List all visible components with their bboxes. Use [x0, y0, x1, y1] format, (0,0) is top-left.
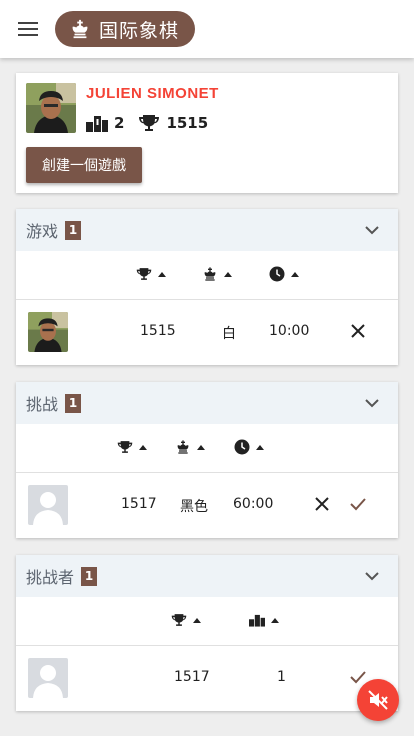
hamburger-icon[interactable]: [18, 22, 38, 38]
challengers-sort-row: [16, 597, 398, 646]
app-logo-button[interactable]: 国际象棋: [55, 11, 196, 47]
chess-king-icon: [204, 267, 216, 281]
sort-asc-icon: [256, 444, 264, 450]
game-color: 白: [222, 326, 236, 342]
sort-asc-icon: [193, 617, 201, 623]
podium-icon: [249, 614, 265, 627]
sort-asc-icon: [224, 271, 232, 277]
profile-card: JULIEN SIMONET 2 1515 創建一個遊戲: [16, 73, 398, 193]
challenger-rating: 1517: [174, 669, 210, 685]
count-badge: 1: [65, 220, 82, 240]
challenge-color: 黑色: [180, 499, 208, 515]
create-game-button[interactable]: 創建一個遊戲: [26, 147, 142, 183]
games-sort-row: [16, 251, 398, 300]
section-title: 挑战者: [26, 568, 75, 587]
challenges-sort-row: [16, 424, 398, 473]
volume-off-icon: [368, 690, 388, 710]
trophy-icon: [139, 115, 160, 131]
app-title: 国际象棋: [99, 19, 180, 42]
player-name: JULIEN SIMONET: [86, 85, 219, 102]
challenger-row[interactable]: 1517 1: [16, 646, 398, 710]
sort-by-time[interactable]: [234, 439, 264, 455]
sort-asc-icon: [139, 444, 147, 450]
game-row[interactable]: 1515 白 10:00: [16, 300, 398, 364]
count-badge: 1: [65, 393, 82, 413]
chevron-down-icon[interactable]: [364, 396, 380, 410]
opponent-avatar: [28, 312, 68, 352]
player-rank: 2: [114, 114, 125, 132]
close-icon[interactable]: [349, 322, 367, 340]
challenge-time: 60:00: [233, 496, 274, 512]
default-avatar: [28, 658, 68, 698]
player-rating: 1515: [166, 114, 209, 132]
section-title: 游戏: [26, 222, 59, 241]
sort-asc-icon: [271, 617, 279, 623]
top-app-bar: 国际象棋: [0, 0, 414, 58]
challenges-card: 挑战 1 1517 黑色 60:00: [16, 382, 398, 538]
games-header[interactable]: 游戏 1: [16, 209, 398, 251]
player-stats: 2 1515: [86, 114, 208, 132]
sort-by-rating[interactable]: [117, 439, 147, 455]
sort-asc-icon: [158, 271, 166, 277]
close-icon[interactable]: [313, 495, 331, 513]
chess-king-icon: [177, 440, 189, 454]
check-icon[interactable]: [349, 495, 367, 513]
sort-asc-icon: [291, 271, 299, 277]
count-badge: 1: [81, 566, 98, 586]
default-avatar: [28, 485, 68, 525]
games-card: 游戏 1 1515 白 10:00: [16, 209, 398, 365]
challengers-card: 挑战者 1 1517 1: [16, 555, 398, 711]
sort-by-time[interactable]: [269, 266, 299, 282]
mute-sound-button[interactable]: [357, 679, 399, 721]
chevron-down-icon[interactable]: [364, 569, 380, 583]
section-title: 挑战: [26, 395, 59, 414]
chess-king-icon: [72, 19, 88, 39]
challenger-rank: 1: [277, 669, 286, 685]
sort-by-rank[interactable]: [249, 612, 279, 628]
chevron-down-icon[interactable]: [364, 223, 380, 237]
game-time: 10:00: [269, 323, 310, 339]
clock-icon: [234, 439, 250, 455]
trophy-icon: [136, 268, 152, 280]
sort-by-rating[interactable]: [136, 266, 166, 282]
challenge-rating: 1517: [121, 496, 157, 512]
game-rating: 1515: [140, 323, 176, 339]
sort-by-color[interactable]: [202, 266, 232, 282]
challenges-header[interactable]: 挑战 1: [16, 382, 398, 424]
sort-by-color[interactable]: [175, 439, 205, 455]
user-avatar: [26, 83, 76, 133]
trophy-icon: [171, 614, 187, 626]
challengers-header[interactable]: 挑战者 1: [16, 555, 398, 597]
clock-icon: [269, 266, 285, 282]
challenge-row[interactable]: 1517 黑色 60:00: [16, 473, 398, 537]
sort-asc-icon: [197, 444, 205, 450]
sort-by-rating[interactable]: [171, 612, 201, 628]
podium-icon: [86, 116, 108, 132]
trophy-icon: [117, 441, 133, 453]
